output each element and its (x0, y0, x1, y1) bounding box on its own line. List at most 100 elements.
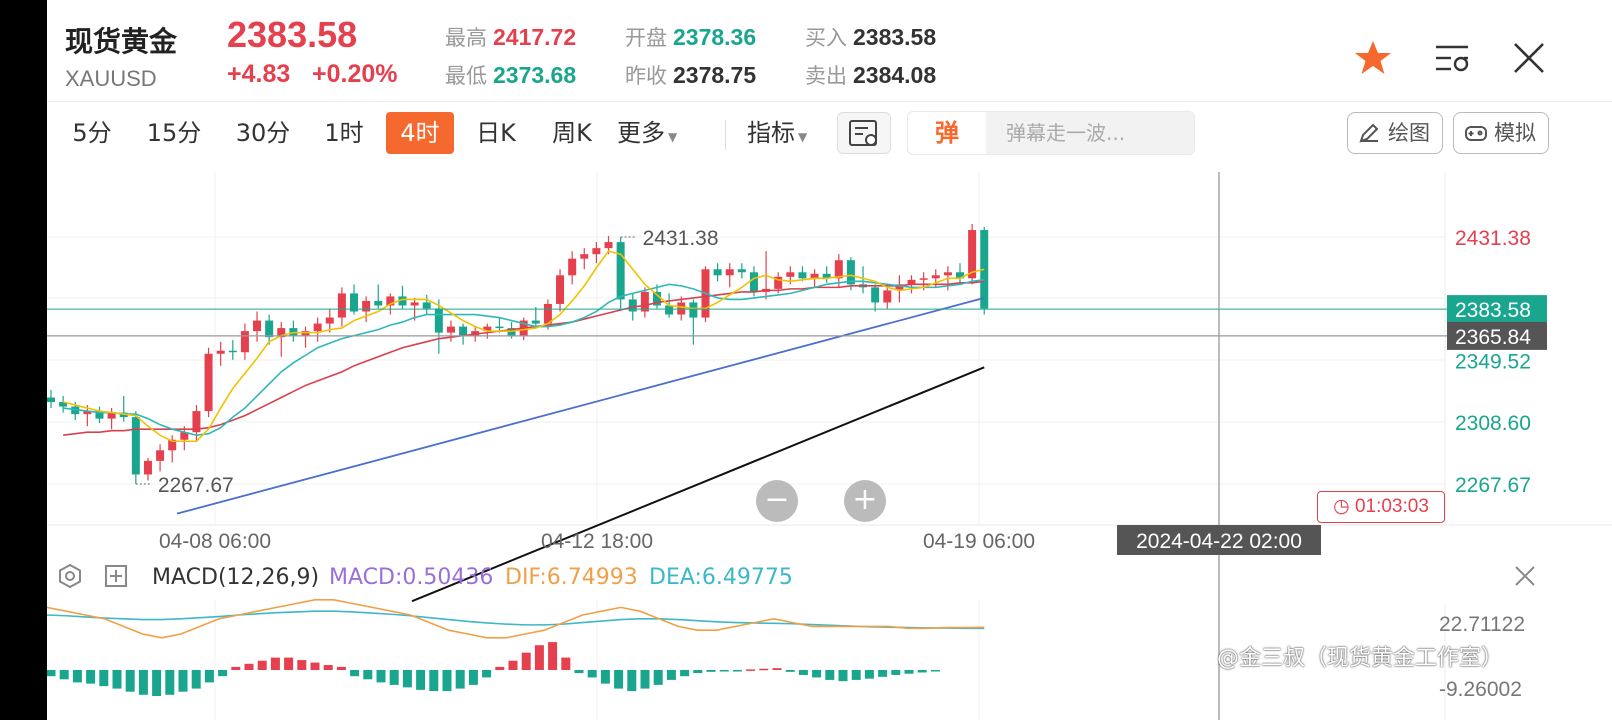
max-annotation: 2431.38 (643, 227, 719, 250)
candle-body (495, 326, 504, 329)
macd-histogram-bar (719, 670, 729, 672)
candle-body (131, 417, 140, 475)
candle-body (919, 278, 928, 280)
candle-body (737, 269, 746, 273)
macd-legend: MACD(12,26,9) MACD:0.50436 DIF:6.74993 D… (47, 558, 1612, 598)
macd-histogram-bar (534, 645, 544, 670)
macd-histogram-bar (508, 660, 518, 670)
macd-histogram-bar (851, 670, 861, 680)
macd-histogram-bar (812, 670, 822, 678)
macd-histogram-bar (930, 670, 940, 672)
zoom-out-button[interactable]: − (756, 480, 798, 522)
macd-histogram-bar (244, 663, 254, 670)
macd-histogram-bar (838, 670, 848, 682)
countdown-value: 01:03:03 (1354, 496, 1429, 517)
macd-histogram-bar (891, 670, 901, 675)
macd-histogram-bar (152, 670, 162, 697)
candle-body (313, 323, 322, 332)
macd-histogram-bar (376, 670, 386, 683)
macd-histogram-bar (864, 670, 874, 679)
macd-histogram-bar (495, 666, 505, 670)
macd-histogram-bar (363, 670, 373, 680)
time-tick: 04-08 06:00 (159, 530, 271, 553)
candle-body (628, 299, 637, 312)
ma5-line (62, 250, 985, 443)
macd-histogram-bar (231, 666, 241, 670)
candle-body (616, 242, 625, 300)
macd-histogram-bar (666, 670, 676, 680)
candle-body (943, 272, 952, 276)
app-window: 现货黄金 XAUUSD 2383.58 +4.83 +0.20% 最高 2417.… (47, 0, 1612, 720)
candle-body (446, 326, 455, 333)
candle-body (216, 350, 225, 354)
macd-histogram-bar (270, 657, 280, 670)
macd-histogram-bar (257, 660, 267, 670)
macd-histogram-bar (706, 670, 716, 672)
watermark: @金三叔（现货黄金工作室） (1217, 646, 1504, 671)
macd-histogram-bar (112, 670, 122, 689)
macd-histogram-bar (442, 670, 452, 692)
macd-histogram-bar (468, 670, 478, 685)
price-tick: 2308.60 (1455, 412, 1531, 435)
candle-body (665, 305, 674, 315)
macd-histogram-bar (614, 670, 624, 689)
macd-histogram-bar (86, 670, 96, 684)
macd-histogram-bar (561, 657, 571, 670)
candle-countdown: ◷ 01:03:03 (1317, 491, 1445, 523)
candle-body (592, 248, 601, 255)
candle-body (253, 320, 262, 332)
macd-histogram-bar (47, 670, 56, 677)
candle-body (580, 254, 589, 259)
macd-histogram-bar (680, 670, 690, 677)
price-tick: 2349.52 (1455, 351, 1531, 374)
candle-body (337, 293, 346, 318)
macd-histogram-bar (178, 670, 188, 692)
ma10-line (63, 279, 985, 437)
candle-body (640, 291, 649, 312)
macd-histogram-bar (218, 670, 228, 677)
close-indicator-icon[interactable] (1511, 562, 1539, 604)
kline-chart[interactable]: 2431.38 2349.52 2308.60 2267.67 2383.58 2365.… (47, 0, 1612, 720)
macd-histogram-bar (297, 660, 307, 670)
macd-histogram-bar (482, 670, 492, 678)
dif-value: DIF:6.74993 (505, 565, 638, 590)
macd-histogram-bar (284, 657, 294, 670)
macd-histogram-bar (746, 669, 756, 671)
candle-body (228, 350, 237, 353)
candle-body (265, 320, 274, 338)
macd-histogram-bar (627, 670, 637, 692)
crosshair-price-tag: 2365.84 (1455, 326, 1531, 349)
candle-body (434, 308, 443, 333)
current-price-tag: 2383.58 (1455, 299, 1531, 322)
time-tick: 04-19 06:00 (923, 530, 1035, 553)
candle-body (689, 302, 698, 318)
candle-body (713, 269, 722, 276)
candle-body (798, 272, 807, 279)
candle-body (325, 317, 334, 324)
macd-histogram-bar (204, 670, 214, 683)
macd-histogram-bar (600, 670, 610, 684)
macd-histogram-bar (138, 670, 148, 695)
candle-body (568, 258, 577, 276)
candle-body (725, 269, 734, 276)
macd-histogram-bar (693, 670, 703, 674)
candle-body (410, 302, 419, 306)
candle-body (374, 300, 383, 306)
clock-icon: ◷ (1333, 496, 1355, 517)
gear-hexagon-icon[interactable] (57, 563, 83, 603)
macd-histogram-bar (759, 668, 769, 671)
add-indicator-icon[interactable] (103, 563, 129, 603)
macd-histogram-bar (429, 670, 439, 692)
macd-histogram-bar (825, 670, 835, 680)
crosshair-time-tag: 2024-04-22 02:00 (1136, 530, 1302, 553)
min-annotation: 2267.67 (158, 474, 234, 497)
macd-histogram-bar (59, 670, 69, 680)
macd-value: MACD:0.50436 (329, 565, 494, 590)
macd-histogram-bar (416, 670, 426, 690)
candle-body (240, 331, 249, 353)
macd-histogram-bar (587, 670, 597, 678)
candle-body (143, 460, 152, 475)
candle-body (156, 450, 165, 461)
zoom-in-button[interactable]: + (844, 480, 886, 522)
candle-body (883, 290, 892, 303)
